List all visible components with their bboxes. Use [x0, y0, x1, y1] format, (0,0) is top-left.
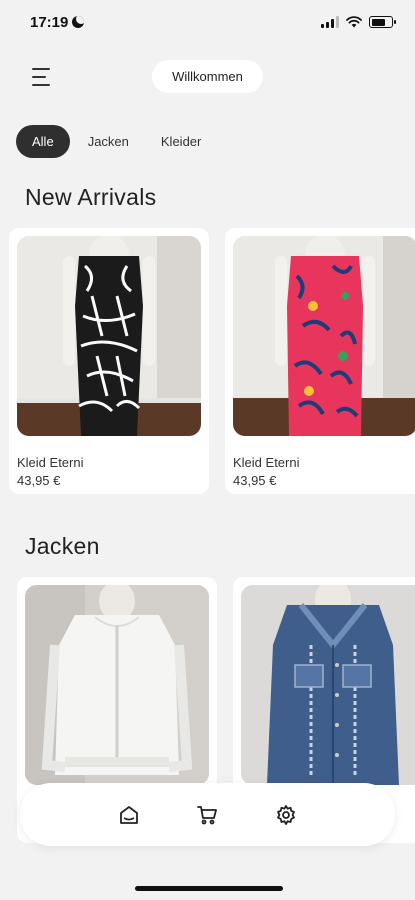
moon-icon: [72, 16, 85, 28]
status-bar: 17:19: [0, 0, 415, 44]
signal-icon: [321, 16, 339, 28]
filter-chip-kleider[interactable]: Kleider: [145, 125, 217, 158]
product-card[interactable]: Kleid Eterni 43,95 €: [9, 228, 209, 494]
home-indicator: [135, 886, 283, 891]
welcome-pill: Willkommen: [152, 60, 263, 93]
product-name: Kleid Eterni: [17, 455, 84, 470]
product-price: 43,95 €: [233, 473, 277, 488]
section-title-jacken: Jacken: [25, 533, 100, 559]
filter-chips: Alle Jacken Kleider: [16, 125, 217, 158]
product-name: Kleid Eterni: [233, 455, 300, 470]
settings-icon[interactable]: [273, 802, 299, 828]
product-image: [25, 585, 209, 785]
status-time: 17:19: [30, 13, 85, 31]
menu-icon[interactable]: [32, 68, 52, 86]
cart-icon[interactable]: [194, 802, 220, 828]
section-title-new-arrivals: New Arrivals: [25, 184, 157, 210]
product-image: [241, 585, 415, 785]
filter-chip-alle[interactable]: Alle: [16, 125, 70, 158]
clock: 17:19: [30, 13, 69, 31]
product-image: [17, 236, 201, 436]
filter-chip-jacken[interactable]: Jacken: [72, 125, 145, 158]
bottom-nav: [20, 783, 395, 846]
battery-icon: [369, 16, 396, 28]
product-price: 43,95 €: [17, 473, 61, 488]
product-card[interactable]: Kleid Eterni 43,95 €: [225, 228, 415, 494]
product-image: [233, 236, 415, 436]
status-icons: [321, 16, 396, 28]
wifi-icon: [346, 16, 362, 28]
home-icon[interactable]: [116, 802, 142, 828]
